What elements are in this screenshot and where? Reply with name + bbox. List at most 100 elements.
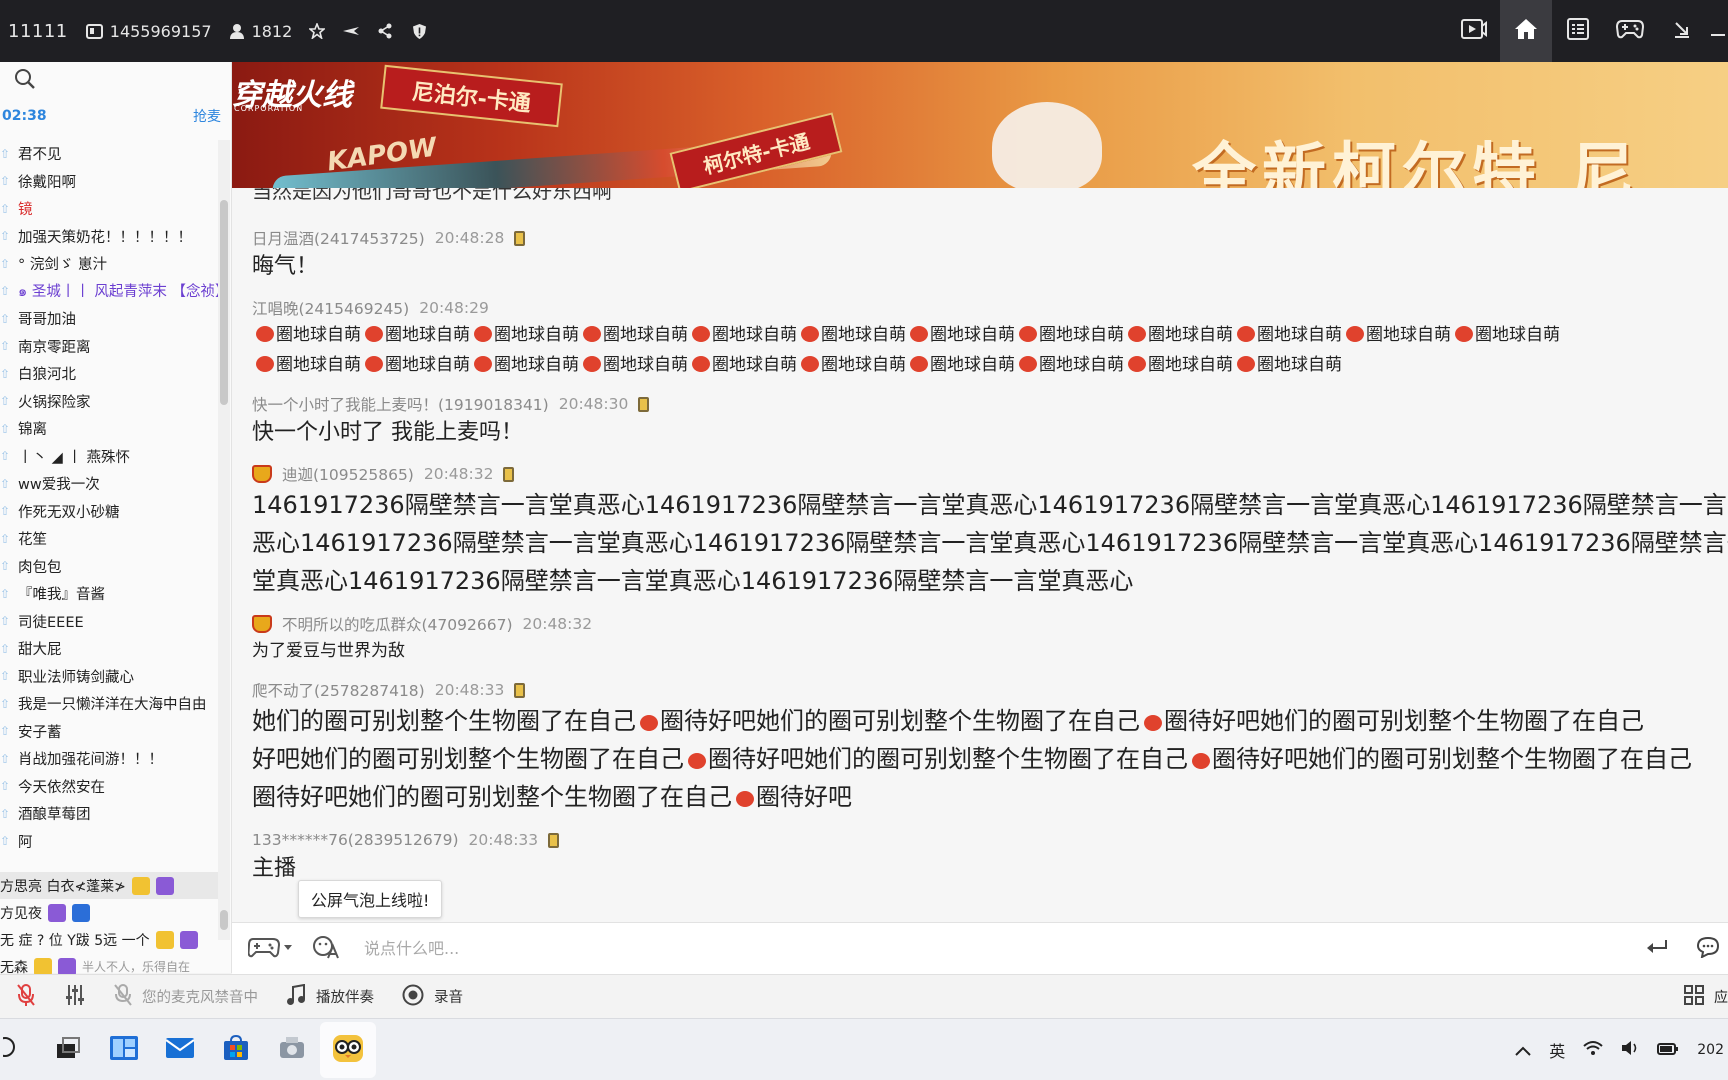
search-taskbar-button[interactable] bbox=[0, 1022, 20, 1078]
queue-item[interactable]: ⇧ 作死无双小砂糖 bbox=[0, 498, 218, 526]
queue-item[interactable]: ⇧ 『唯我』音酱 bbox=[0, 580, 218, 608]
wifi-icon[interactable] bbox=[1583, 1040, 1603, 1060]
text-style-button[interactable] bbox=[308, 931, 344, 967]
queue-item[interactable]: ⇧ 职业法师铸剑藏心 bbox=[0, 663, 218, 691]
online-user-item[interactable]: 方见夜 bbox=[0, 899, 218, 926]
queue-item[interactable]: ⇧ 锦离 bbox=[0, 415, 218, 443]
message-text-line: 堂真恶心1461917236隔壁禁言一言堂真恶心1461917236隔壁禁言一言… bbox=[252, 562, 1728, 600]
grab-mic-button[interactable]: 抢麦 bbox=[193, 106, 221, 126]
tray-expand-button[interactable] bbox=[1515, 1041, 1531, 1060]
message-time: 20:48:28 bbox=[434, 229, 505, 247]
apply-button[interactable]: 应 bbox=[1684, 975, 1728, 1019]
level-badge-icon bbox=[179, 930, 198, 949]
minimize-button[interactable] bbox=[1708, 0, 1728, 62]
mobile-client-icon bbox=[548, 832, 560, 848]
mixer-button[interactable] bbox=[64, 984, 86, 1010]
queue-item[interactable]: ⇧ 花笙 bbox=[0, 525, 218, 553]
queue-item[interactable]: ⇧ 镜 bbox=[0, 195, 218, 223]
list-icon bbox=[1567, 18, 1589, 44]
queue-item[interactable]: ⇧ ° 浣剑ゞ 崽汁 bbox=[0, 250, 218, 278]
queue-search-button[interactable] bbox=[0, 62, 231, 100]
scrollbar-thumb[interactable] bbox=[220, 200, 228, 405]
queue-item[interactable]: ⇧ 酒酿草莓团 bbox=[0, 800, 218, 828]
flight-button[interactable] bbox=[342, 22, 360, 40]
home-button[interactable] bbox=[1500, 0, 1552, 62]
ime-indicator[interactable]: 英 bbox=[1549, 1038, 1565, 1062]
room-id-value: 1455969157 bbox=[109, 21, 212, 41]
queue-item-name: 肖战加强花间游！！！ bbox=[18, 752, 163, 769]
queue-item[interactable]: ⇧ 哥哥加油 bbox=[0, 305, 218, 333]
id-icon bbox=[86, 22, 104, 40]
queue-item[interactable]: ⇧ 我是一只懒洋洋在大海中自由 bbox=[0, 690, 218, 718]
queue-item[interactable]: ⇧ 安子蓄 bbox=[0, 718, 218, 746]
yy-app-button[interactable] bbox=[320, 1021, 376, 1078]
send-button[interactable] bbox=[1646, 939, 1668, 959]
message-sender[interactable]: 133******76(2839512679) bbox=[252, 831, 459, 849]
message-text: 圈地球自萌 bbox=[930, 325, 1015, 345]
download-button[interactable] bbox=[1656, 0, 1708, 62]
queue-rank-icon: ⇧ bbox=[0, 256, 11, 271]
shrimp-emoji-icon bbox=[583, 326, 601, 342]
mic-toggle-button[interactable] bbox=[16, 983, 36, 1011]
message-text: 堂真恶心1461917236隔壁禁言一言堂真恶心1461917236隔壁禁言一言… bbox=[252, 567, 1134, 595]
queue-item-name: 阿 bbox=[18, 834, 33, 851]
clock[interactable]: 202 bbox=[1697, 1042, 1724, 1058]
chat-input[interactable] bbox=[364, 939, 1464, 958]
queue-item[interactable]: ⇧ 白狼河北 bbox=[0, 360, 218, 388]
queue-item[interactable]: ⇧ 今天依然安在 bbox=[0, 773, 218, 801]
queue-item[interactable]: ⇧ 加强天策奶花！！！！！！ bbox=[0, 223, 218, 251]
widgets-button[interactable] bbox=[96, 1022, 152, 1078]
queue-item[interactable]: ⇧ 司徒EEEE bbox=[0, 608, 218, 636]
queue-item-name: 丨丶 ◢ 丨 燕殊怀 bbox=[18, 449, 130, 466]
queue-item[interactable]: ⇧ 阿 bbox=[0, 828, 218, 856]
queue-item[interactable]: ⇧ 丨丶 ◢ 丨 燕殊怀 bbox=[0, 443, 218, 471]
queue-item[interactable]: ⇧ 火锅探险家 bbox=[0, 388, 218, 416]
message-sender[interactable]: 快一个小时了我能上麦吗！(1919018341) bbox=[252, 393, 549, 415]
message-sender[interactable]: 不明所以的吃瓜群众(47092667) bbox=[282, 613, 513, 635]
message-text: 圈地球自萌 bbox=[603, 355, 688, 375]
camera-app-button[interactable] bbox=[264, 1022, 320, 1078]
share-button[interactable] bbox=[376, 22, 394, 40]
queue-item[interactable]: ⇧ 徐戴阳啊 bbox=[0, 168, 218, 196]
bubble-button[interactable] bbox=[1696, 936, 1720, 962]
mail-button[interactable] bbox=[152, 1022, 208, 1078]
audio-control-bar: 您的麦克风禁音中 播放伴奏 录音 应 bbox=[0, 974, 1728, 1018]
store-button[interactable] bbox=[208, 1022, 264, 1078]
ad-banner[interactable]: 穿越火线 CORPORATION 尼泊尔-卡通 KAPOW 柯尔特-卡通 全新柯… bbox=[232, 62, 1728, 188]
queue-item[interactable]: ⇧ ww爱我一次 bbox=[0, 470, 218, 498]
online-scrollbar-thumb[interactable] bbox=[220, 910, 228, 930]
play-music-button[interactable]: 播放伴奏 bbox=[286, 983, 374, 1010]
shrimp-emoji-icon bbox=[365, 326, 383, 342]
queue-item[interactable]: ⇧ 甜大屁 bbox=[0, 635, 218, 663]
mobile-client-icon bbox=[514, 682, 526, 698]
queue-item[interactable]: ⇧ 肖战加强花间游！！！ bbox=[0, 745, 218, 773]
video-button[interactable] bbox=[1448, 0, 1500, 62]
list-button[interactable] bbox=[1552, 0, 1604, 62]
task-view-button[interactable] bbox=[40, 1022, 96, 1078]
favorite-button[interactable] bbox=[308, 22, 326, 40]
message-sender[interactable]: 江唱晚(2415469245) bbox=[252, 297, 409, 319]
queue-item[interactable]: ⇧ 肉包包 bbox=[0, 553, 218, 581]
report-button[interactable] bbox=[410, 22, 428, 40]
online-user-item[interactable]: 无 症 ? 位 Y跋 5远 一个 bbox=[0, 926, 218, 953]
volume-icon[interactable] bbox=[1621, 1040, 1639, 1060]
message-sender[interactable]: 日月温酒(2417453725) bbox=[252, 227, 425, 249]
queue-item[interactable]: ⇧ 南京零距离 bbox=[0, 333, 218, 361]
message-sender[interactable]: 迪迦(109525865) bbox=[282, 463, 414, 485]
message-header: 江唱晚(2415469245) 20:48:29 bbox=[252, 296, 1728, 320]
online-user-item[interactable]: 方思亮 白衣≮蓬莱≯ bbox=[0, 872, 218, 899]
message-sender[interactable]: 爬不动了(2578287418) bbox=[252, 679, 425, 701]
queue-item[interactable]: ⇧ 君不见 bbox=[0, 140, 218, 168]
game-button[interactable] bbox=[1604, 0, 1656, 62]
message-text: 圈地球自萌 bbox=[1148, 355, 1233, 375]
plane-icon bbox=[342, 22, 360, 40]
queue-scrollbar[interactable] bbox=[218, 140, 230, 940]
record-button[interactable]: 录音 bbox=[402, 984, 463, 1010]
battery-icon[interactable] bbox=[1657, 1040, 1679, 1060]
mail-icon bbox=[165, 1036, 195, 1064]
message-text: 1461917236隔壁禁言一言堂真恶心1461917236隔壁禁言一言堂真恶心… bbox=[252, 491, 1728, 519]
chat-message: 快一个小时了我能上麦吗！(1919018341) 20:48:30 快一个小时了 我… bbox=[232, 392, 1728, 450]
queue-item[interactable]: ⇧ ๑ 圣城丨丨 风起青萍末 【念祯】 bbox=[0, 278, 218, 306]
online-user-signature: 半人不人，乐得自在 bbox=[82, 960, 191, 974]
emoji-game-button[interactable] bbox=[242, 931, 298, 967]
